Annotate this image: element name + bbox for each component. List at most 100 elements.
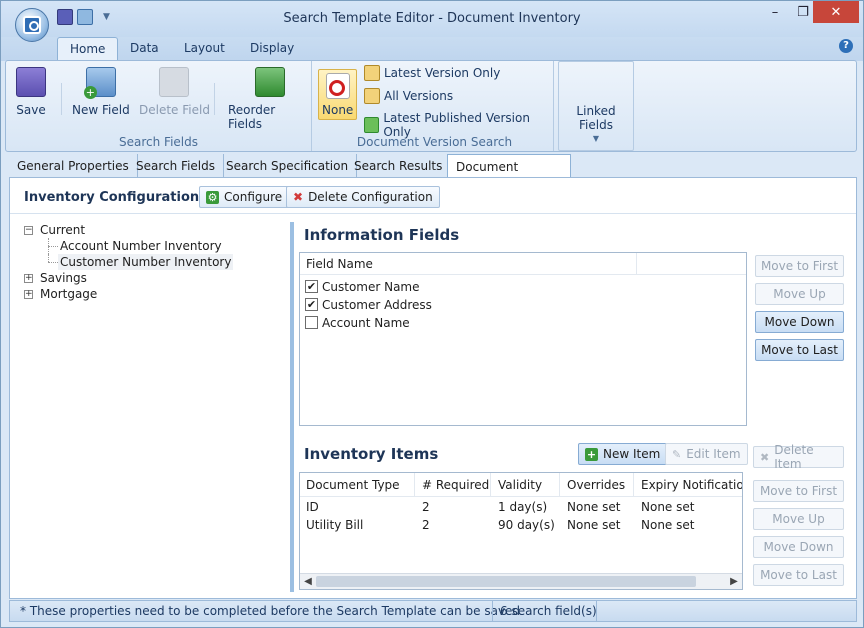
list-item[interactable]: Account Name	[300, 316, 746, 332]
tree-node-current[interactable]: − Current	[22, 222, 292, 238]
close-icon[interactable]: ✕	[813, 1, 859, 23]
checkbox[interactable]	[305, 316, 318, 329]
group-search-fields: Save + New Field Delete Field Reorder Fi…	[6, 61, 312, 151]
configuration-bar: Inventory Configuration ⚙ Configure ✖ De…	[10, 178, 856, 214]
floppy-disk-icon	[16, 67, 46, 97]
column-divider	[559, 473, 560, 497]
collapse-icon[interactable]: −	[24, 226, 33, 235]
help-icon[interactable]: ?	[839, 39, 853, 53]
tab-data[interactable]: Data	[118, 37, 171, 61]
inventory-items-grid: Document Type # Required Validity Overri…	[299, 472, 743, 590]
tab-search-specification[interactable]: Search Specification	[218, 154, 358, 178]
splitter[interactable]	[290, 222, 294, 592]
status-bar: * These properties need to be completed …	[9, 600, 857, 622]
inventory-move-down-button[interactable]: Move Down	[753, 536, 844, 558]
list-item[interactable]: ✔ Customer Name	[300, 280, 746, 296]
horizontal-scrollbar[interactable]: ◀ ▶	[300, 573, 742, 589]
tree-node-customer-number-inventory[interactable]: Customer Number Inventory	[22, 254, 292, 270]
tab-layout[interactable]: Layout	[172, 37, 237, 61]
column-required: # Required	[422, 478, 490, 492]
inventory-configuration-title: Inventory Configuration	[24, 190, 200, 205]
edit-item-button[interactable]: ✎ Edit Item	[665, 443, 748, 465]
info-move-down-button[interactable]: Move Down	[755, 311, 844, 333]
info-move-to-first-button[interactable]: Move to First	[755, 255, 844, 277]
status-divider	[492, 601, 493, 621]
delete-icon: ✖	[293, 190, 304, 204]
application-menu-button[interactable]	[15, 8, 49, 42]
tree-line	[48, 262, 58, 263]
title-bar: ▼ Search Template Editor - Document Inve…	[1, 1, 863, 37]
delete-item-button[interactable]: ✖ Delete Item	[753, 443, 844, 471]
group-label-search-fields: Search Fields	[119, 135, 198, 149]
pencil-icon: ✎	[672, 447, 682, 461]
save-button[interactable]: Save	[16, 67, 46, 117]
status-divider	[596, 601, 597, 621]
inventory-tree: − Current Account Number Inventory Custo…	[22, 222, 292, 302]
no-version-icon	[325, 73, 350, 99]
inventory-move-to-first-button[interactable]: Move to First	[753, 480, 844, 502]
table-row[interactable]: ID 2 1 day(s) None set None set	[300, 500, 742, 516]
delete-configuration-button[interactable]: ✖ Delete Configuration	[286, 186, 440, 208]
column-field-name: Field Name	[306, 257, 373, 271]
delete-field-button[interactable]: Delete Field	[139, 67, 210, 117]
plus-icon: +	[585, 447, 598, 461]
new-item-button[interactable]: + New Item	[578, 443, 668, 465]
separator	[61, 83, 62, 115]
column-divider	[633, 473, 634, 497]
expand-icon[interactable]: +	[24, 274, 33, 283]
ribbon: Save + New Field Delete Field Reorder Fi…	[5, 60, 857, 152]
tree-node-account-number-inventory[interactable]: Account Number Inventory	[22, 238, 292, 254]
reorder-fields-button[interactable]: Reorder Fields	[228, 67, 311, 131]
app-logo-icon	[23, 16, 41, 34]
grid-header: Field Name	[300, 253, 746, 275]
document-tabs: General Properties Search Fields Search …	[9, 154, 859, 198]
tree-node-mortgage[interactable]: + Mortgage	[22, 286, 292, 302]
tab-display[interactable]: Display	[238, 37, 306, 61]
list-item[interactable]: ✔ Customer Address	[300, 298, 746, 314]
info-move-up-button[interactable]: Move Up	[755, 283, 844, 305]
tab-document-inventory[interactable]: Document Inventory	[447, 154, 571, 198]
reorder-fields-icon	[254, 67, 285, 97]
information-fields-grid: Field Name ✔ Customer Name ✔ Customer Ad…	[299, 252, 747, 426]
scroll-left-icon[interactable]: ◀	[301, 575, 315, 589]
tree-line	[48, 246, 58, 247]
search-field-count: 6 search field(s)	[500, 604, 597, 618]
separator	[214, 83, 215, 115]
column-divider	[414, 473, 415, 497]
column-document-type: Document Type	[306, 478, 400, 492]
configure-button[interactable]: ⚙ Configure	[199, 186, 290, 208]
group-label-version-search: Document Version Search	[356, 135, 513, 149]
column-validity: Validity	[498, 478, 543, 492]
group-linked-fields: Linked Fields ▼	[558, 61, 634, 151]
tab-search-results[interactable]: Search Results	[346, 154, 452, 178]
new-field-button[interactable]: + New Field	[72, 67, 130, 117]
grid-header: Document Type # Required Validity Overri…	[300, 473, 742, 497]
window-title: Search Template Editor - Document Invent…	[283, 11, 581, 26]
checkbox[interactable]: ✔	[305, 298, 318, 311]
latest-version-only-option[interactable]: Latest Version Only	[364, 65, 500, 81]
document-icon	[364, 65, 380, 81]
column-overrides: Overrides	[567, 478, 626, 492]
tab-home[interactable]: Home	[57, 37, 119, 61]
inventory-items-title: Inventory Items	[304, 445, 439, 463]
column-expiry-notifications: Expiry Notifications	[641, 478, 743, 492]
table-row[interactable]: Utility Bill 2 90 day(s) None set None s…	[300, 518, 742, 534]
all-versions-option[interactable]: All Versions	[364, 88, 453, 104]
info-move-to-last-button[interactable]: Move to Last	[755, 339, 844, 361]
documents-icon	[364, 88, 380, 104]
none-button[interactable]: None	[318, 69, 358, 120]
linked-fields-button[interactable]: Linked Fields ▼	[559, 104, 633, 143]
inventory-move-to-last-button[interactable]: Move to Last	[753, 564, 844, 586]
tab-search-fields[interactable]: Search Fields	[128, 154, 224, 178]
group-document-version-search: None Latest Version Only All Versions La…	[316, 61, 554, 151]
document-inventory-panel: Inventory Configuration ⚙ Configure ✖ De…	[9, 177, 857, 599]
expand-icon[interactable]: +	[24, 290, 33, 299]
inventory-move-up-button[interactable]: Move Up	[753, 508, 844, 530]
column-divider	[636, 253, 637, 275]
scroll-right-icon[interactable]: ▶	[727, 575, 741, 589]
scrollbar-thumb[interactable]	[316, 576, 696, 587]
tree-node-savings[interactable]: + Savings	[22, 270, 292, 286]
tree-line	[48, 254, 49, 262]
checkbox[interactable]: ✔	[305, 280, 318, 293]
tab-general-properties[interactable]: General Properties	[9, 154, 138, 178]
